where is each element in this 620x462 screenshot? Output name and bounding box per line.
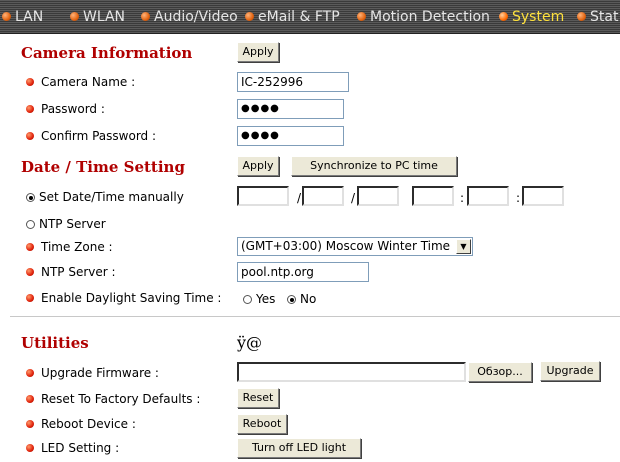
timezone-select[interactable]: (GMT+03:00) Moscow Winter Time ▼ (237, 237, 473, 256)
timezone-row: Time Zone : (26, 240, 113, 254)
led-setting-row: LED Setting : (26, 441, 119, 455)
section-divider (10, 316, 620, 317)
datetime-title: Date / Time Setting (21, 158, 185, 176)
dst-row: Enable Daylight Saving Time : (26, 291, 221, 305)
datetime-apply-button[interactable]: Apply (237, 156, 279, 176)
bullet-icon (26, 395, 34, 403)
bullet-icon (26, 369, 34, 377)
date-separator: / (351, 191, 356, 205)
top-nav: LAN WLAN Audio/Video eMail & FTP Motion … (0, 0, 620, 34)
confirm-password-input[interactable]: ●●●● (237, 126, 344, 146)
bullet-icon (26, 294, 34, 302)
day-input[interactable] (357, 186, 399, 206)
reset-button[interactable]: Reset (237, 388, 279, 408)
reset-row: Reset To Factory Defaults : (26, 392, 200, 406)
bullet-icon (245, 12, 254, 21)
garbled-text: ÿ@ (237, 333, 263, 352)
bullet-icon (26, 105, 34, 113)
confirm-password-row: Confirm Password : (26, 129, 156, 143)
ntp-server-input[interactable]: pool.ntp.org (237, 262, 369, 282)
firmware-file-input[interactable] (237, 362, 466, 382)
bullet-icon (2, 12, 11, 21)
radio-unselected-icon[interactable] (26, 220, 35, 229)
tab-wlan[interactable]: WLAN (70, 8, 125, 26)
bullet-icon (26, 243, 34, 251)
tab-audio-video[interactable]: Audio/Video (141, 8, 238, 26)
bullet-icon (26, 268, 34, 276)
bullet-icon (357, 12, 366, 21)
radio-unselected-icon[interactable] (243, 295, 252, 304)
camera-name-row: Camera Name : (26, 75, 135, 89)
reboot-row: Reboot Device : (26, 417, 136, 431)
tab-status[interactable]: Stat (577, 8, 618, 26)
bullet-icon (26, 444, 34, 452)
bullet-icon (141, 12, 150, 21)
radio-selected-icon[interactable] (26, 193, 35, 202)
date-separator: / (297, 191, 302, 205)
camera-name-input[interactable]: IC-252996 (237, 72, 349, 92)
sync-pc-time-button[interactable]: Synchronize to PC time (291, 156, 457, 176)
utilities-title: Utilities (21, 334, 89, 352)
browse-button[interactable]: Обзор... (468, 362, 532, 382)
year-input[interactable] (237, 186, 289, 206)
camera-info-apply-button[interactable]: Apply (237, 42, 279, 62)
chevron-down-icon[interactable]: ▼ (456, 239, 471, 254)
hour-input[interactable] (412, 186, 454, 206)
radio-selected-icon[interactable] (287, 295, 296, 304)
upgrade-button[interactable]: Upgrade (540, 361, 600, 381)
tab-system[interactable]: System (499, 8, 564, 26)
password-row: Password : (26, 102, 105, 116)
password-input[interactable]: ●●●● (237, 99, 344, 119)
led-toggle-button[interactable]: Turn off LED light (237, 438, 361, 458)
time-separator: : (516, 191, 521, 205)
dst-no-option[interactable]: No (287, 292, 316, 306)
bullet-icon (577, 12, 586, 21)
time-separator: : (460, 191, 465, 205)
second-input[interactable] (522, 186, 564, 206)
tab-lan[interactable]: LAN (2, 8, 43, 26)
bullet-icon (26, 420, 34, 428)
tab-email-ftp[interactable]: eMail & FTP (245, 8, 340, 26)
ntp-radio-row[interactable]: NTP Server (26, 217, 106, 231)
dst-yes-option[interactable]: Yes (243, 292, 275, 306)
bullet-icon (499, 12, 508, 21)
upgrade-firmware-row: Upgrade Firmware : (26, 366, 159, 380)
tab-motion-detection[interactable]: Motion Detection (357, 8, 490, 26)
reboot-button[interactable]: Reboot (237, 414, 287, 434)
month-input[interactable] (302, 186, 344, 206)
bullet-icon (26, 132, 34, 140)
bullet-icon (70, 12, 79, 21)
bullet-icon (26, 78, 34, 86)
ntp-server-row: NTP Server : (26, 265, 116, 279)
camera-info-title: Camera Information (21, 44, 193, 62)
manual-time-row[interactable]: Set Date/Time manually (26, 190, 184, 204)
minute-input[interactable] (467, 186, 509, 206)
